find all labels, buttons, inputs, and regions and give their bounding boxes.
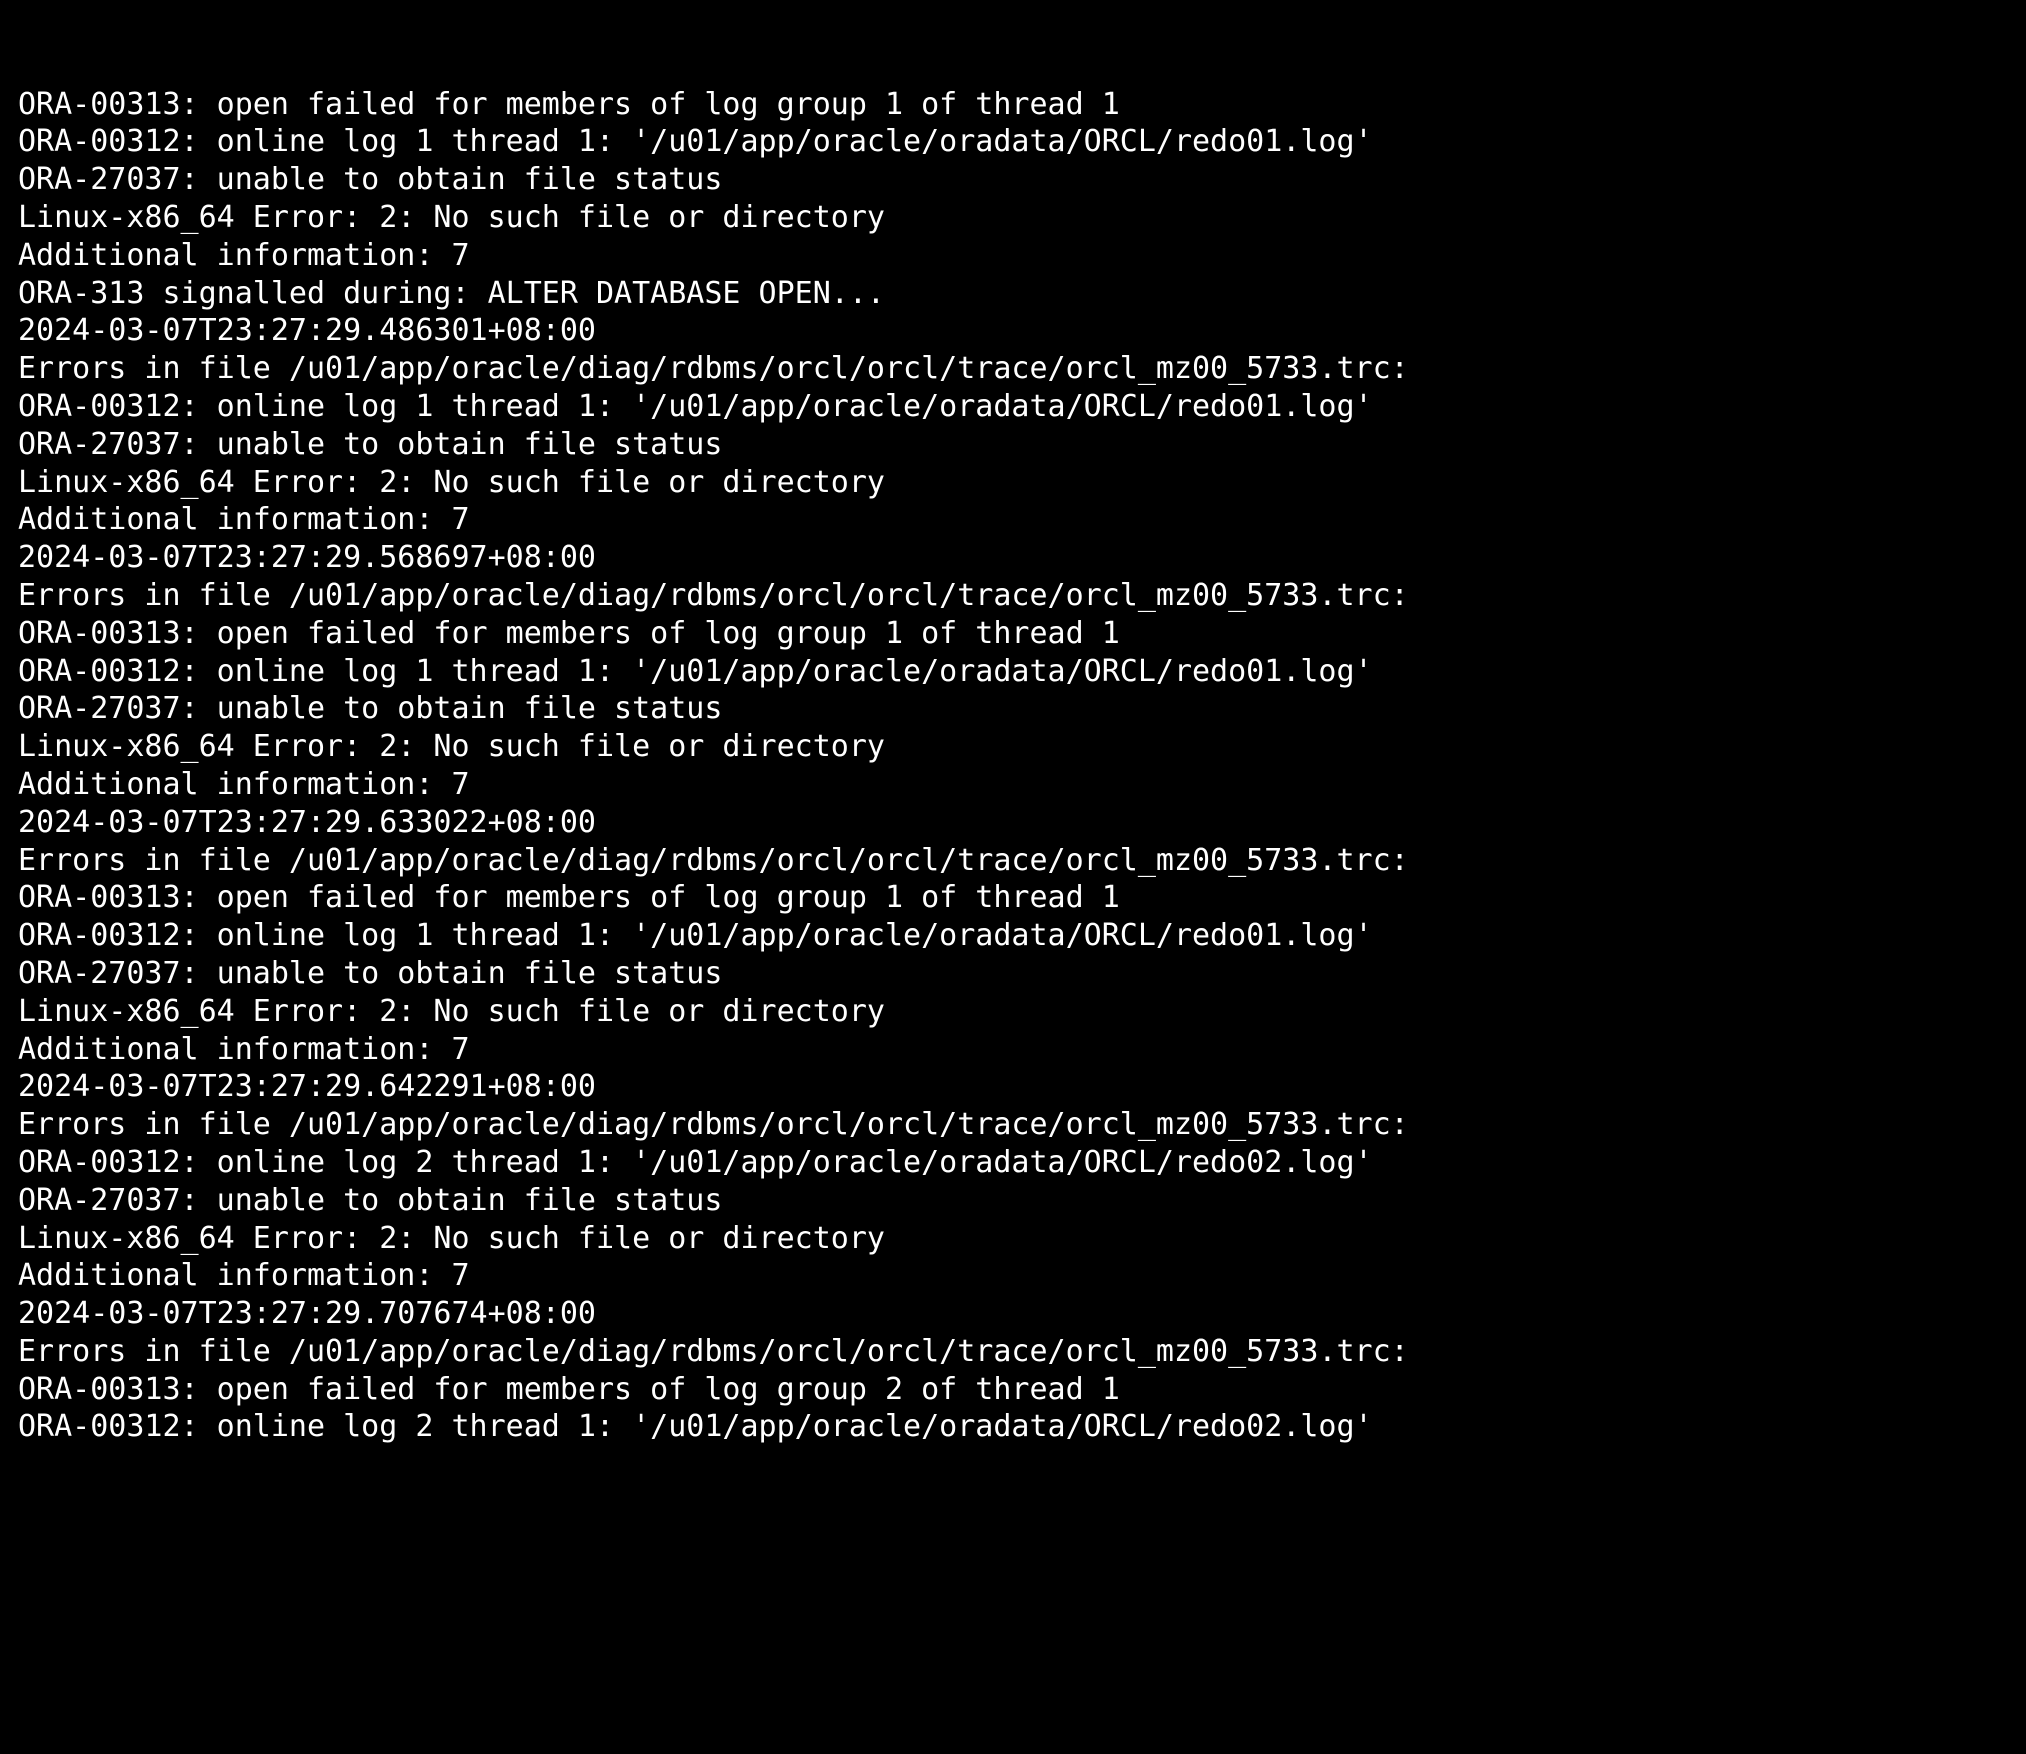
log-line: Additional information: 7: [18, 502, 470, 538]
log-line: 2024-03-07T23:27:29.633022+08:00: [18, 804, 596, 840]
log-line: 2024-03-07T23:27:29.568697+08:00: [18, 540, 596, 576]
log-line: Errors in file /u01/app/oracle/diag/rdbm…: [18, 1107, 1409, 1143]
terminal-output-pane[interactable]: ORA-00313: open failed for members of lo…: [0, 0, 2026, 1754]
log-line: ORA-27037: unable to obtain file status: [18, 426, 723, 462]
log-line: 2024-03-07T23:27:29.707674+08:00: [18, 1296, 596, 1332]
log-line: ORA-00312: online log 1 thread 1: '/u01/…: [18, 124, 1373, 160]
log-line: ORA-27037: unable to obtain file status: [18, 955, 723, 991]
log-line: ORA-27037: unable to obtain file status: [18, 1182, 723, 1218]
log-line: Additional information: 7: [18, 237, 470, 273]
log-line: ORA-27037: unable to obtain file status: [18, 162, 723, 198]
log-line: ORA-00313: open failed for members of lo…: [18, 86, 1120, 122]
log-line: Linux-x86_64 Error: 2: No such file or d…: [18, 1220, 885, 1256]
log-line: ORA-00313: open failed for members of lo…: [18, 880, 1120, 916]
log-line: 2024-03-07T23:27:29.642291+08:00: [18, 1069, 596, 1105]
log-line: ORA-27037: unable to obtain file status: [18, 691, 723, 727]
log-line: Errors in file /u01/app/oracle/diag/rdbm…: [18, 577, 1409, 613]
log-line: Errors in file /u01/app/oracle/diag/rdbm…: [18, 1333, 1409, 1369]
log-line: 2024-03-07T23:27:29.486301+08:00: [18, 313, 596, 349]
log-line: ORA-00312: online log 2 thread 1: '/u01/…: [18, 1409, 1373, 1445]
log-line: ORA-00313: open failed for members of lo…: [18, 615, 1120, 651]
log-line-list: ORA-00313: open failed for members of lo…: [18, 86, 2026, 1447]
log-line: Additional information: 7: [18, 766, 470, 802]
log-line: Linux-x86_64 Error: 2: No such file or d…: [18, 993, 885, 1029]
log-line: Linux-x86_64 Error: 2: No such file or d…: [18, 199, 885, 235]
log-line: ORA-313 signalled during: ALTER DATABASE…: [18, 275, 885, 311]
log-line: ORA-00312: online log 1 thread 1: '/u01/…: [18, 918, 1373, 954]
log-line: Linux-x86_64 Error: 2: No such file or d…: [18, 729, 885, 765]
log-line: ORA-00312: online log 2 thread 1: '/u01/…: [18, 1144, 1373, 1180]
log-line: Errors in file /u01/app/oracle/diag/rdbm…: [18, 351, 1409, 387]
log-line: ORA-00313: open failed for members of lo…: [18, 1371, 1120, 1407]
log-line: Additional information: 7: [18, 1258, 470, 1294]
log-line: Errors in file /u01/app/oracle/diag/rdbm…: [18, 842, 1409, 878]
log-line: ORA-00312: online log 1 thread 1: '/u01/…: [18, 388, 1373, 424]
log-line: Linux-x86_64 Error: 2: No such file or d…: [18, 464, 885, 500]
log-line: ORA-00312: online log 1 thread 1: '/u01/…: [18, 653, 1373, 689]
log-line: Additional information: 7: [18, 1031, 470, 1067]
